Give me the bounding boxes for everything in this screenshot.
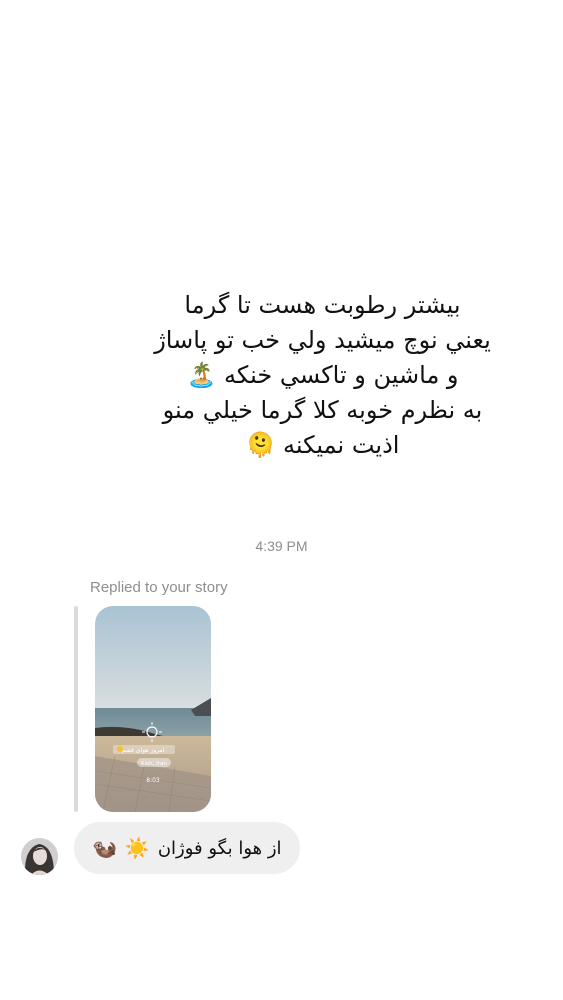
own-message[interactable]: بيشتر رطوبت هست تا گرما يعني نوچ ميشيد و… [120, 288, 525, 463]
story-location-text: Kish, Iran [141, 761, 167, 767]
reply-indicator-bar [74, 606, 78, 812]
avatar[interactable] [21, 838, 58, 875]
received-message-bubble[interactable]: از هوا بگو فوژان ☀️ 🦦 [74, 822, 300, 874]
story-thumbnail[interactable]: امروز هوای قشم Kish, Iran 8:03 [95, 606, 211, 812]
sun-emoji-icon: ☀️ [124, 836, 150, 860]
own-message-line-4: به نظرم خوبه كلا گرما خيلي منو [162, 396, 483, 424]
story-overlay-text: امروز هوای قشم [122, 747, 165, 754]
own-message-line-5: اذيت نميكنه 🫠 [245, 431, 400, 459]
reply-label: Replied to your story [90, 579, 228, 596]
own-message-line-1: بيشتر رطوبت هست تا گرما [184, 291, 461, 319]
received-message-text: از هوا بگو فوژان [157, 837, 282, 859]
own-message-line-2: يعني نوچ ميشيد ولي خب تو پاساژ [154, 326, 491, 354]
message-timestamp: 4:39 PM [255, 538, 308, 554]
otter-emoji-icon: 🦦 [92, 836, 117, 860]
story-time-text: 8:03 [146, 777, 160, 784]
story-image: امروز هوای قشم Kish, Iran 8:03 [95, 606, 211, 812]
own-message-line-3: و ماشين و تاكسي خنكه 🏝️ [186, 361, 459, 389]
